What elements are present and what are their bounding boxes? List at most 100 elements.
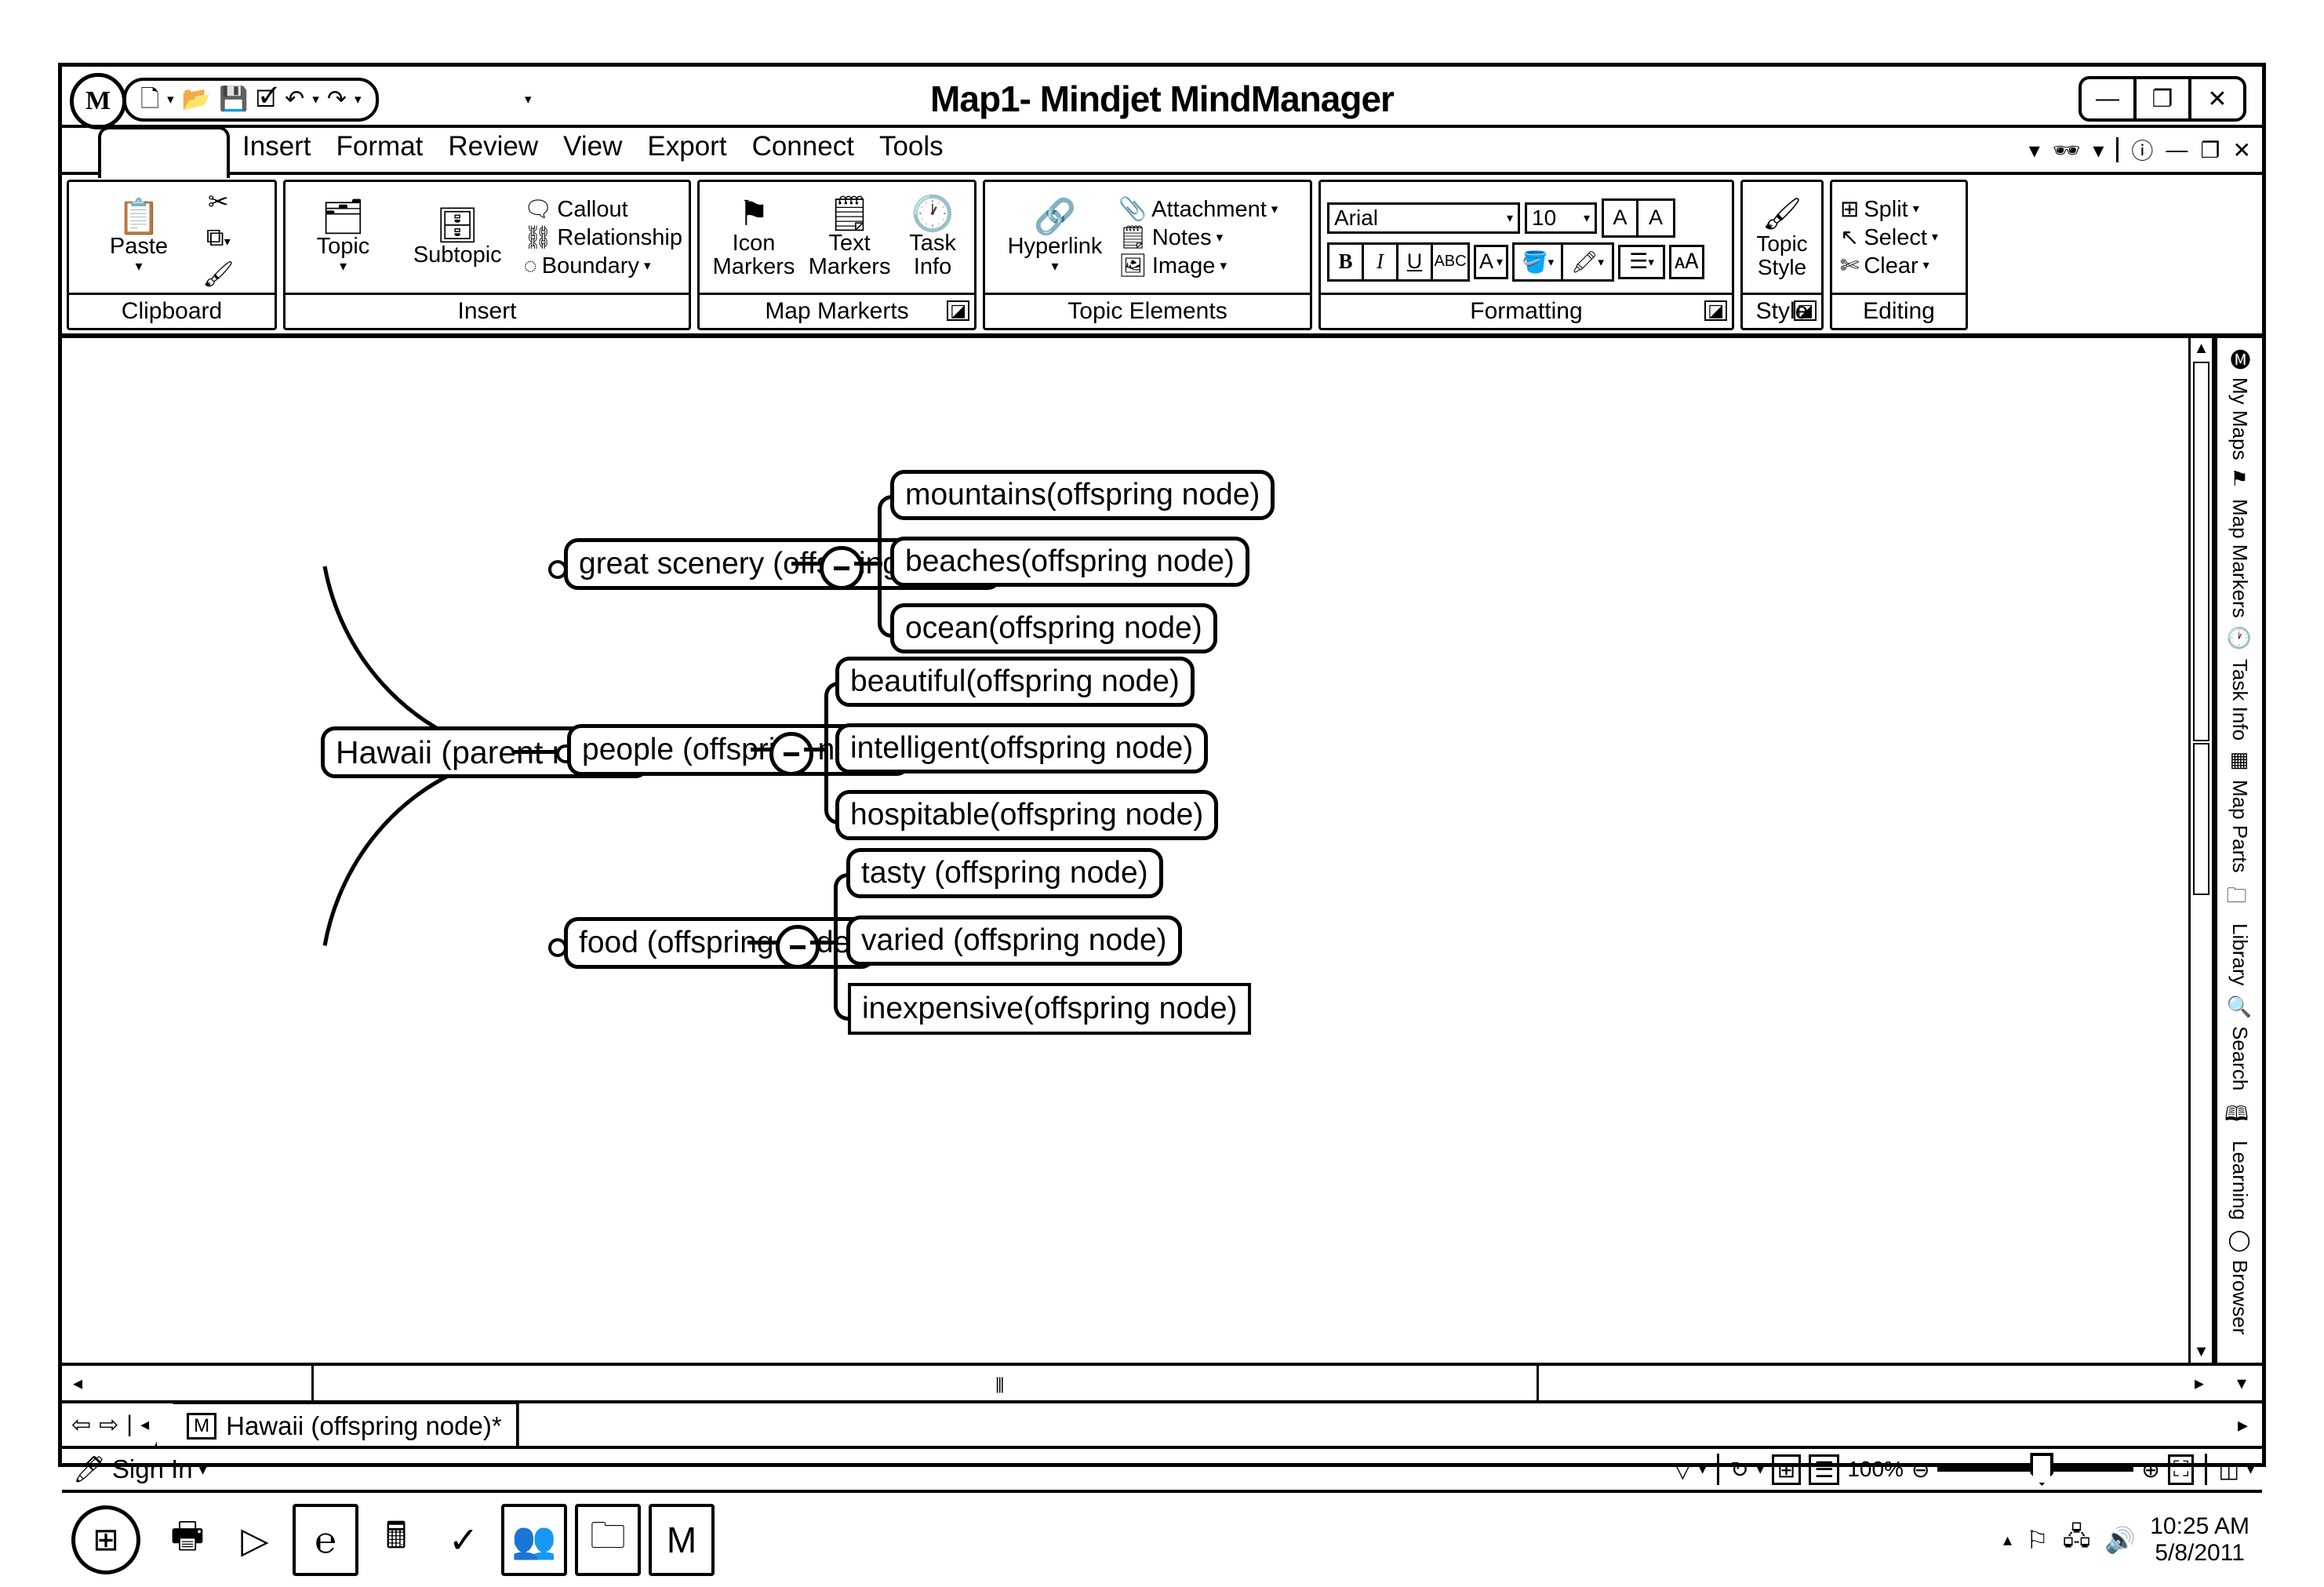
sidebar-item-my-maps[interactable]: My Maps bbox=[2228, 377, 2252, 460]
node-hospitable[interactable]: hospitable(offspring node) bbox=[835, 790, 1219, 840]
tab-view[interactable]: View bbox=[563, 131, 622, 162]
node-mountains[interactable]: mountains(offspring node) bbox=[890, 470, 1275, 520]
volume-icon[interactable]: 🔊 bbox=[2104, 1525, 2136, 1555]
sidebar-item-learning[interactable]: Learning bbox=[2228, 1141, 2252, 1220]
refresh-caret-icon[interactable]: ▾ bbox=[1757, 1461, 1764, 1478]
callout-button[interactable]: 🗨 Callout bbox=[524, 195, 682, 224]
filter-icon[interactable]: ▽ bbox=[1675, 1457, 1692, 1483]
font-size-combobox[interactable]: 10 ▾ bbox=[1525, 202, 1597, 234]
collapse-button-scenery[interactable] bbox=[820, 546, 864, 590]
sidebar-item-task-info[interactable]: Task Info bbox=[2228, 659, 2252, 741]
sidebar-item-map-markers[interactable]: Map Markers bbox=[2228, 499, 2252, 618]
scroll-left-arrow-icon[interactable]: ◂ bbox=[62, 1372, 93, 1395]
font-name-combobox[interactable]: Arial ▾ bbox=[1327, 202, 1520, 234]
fit-map-button[interactable]: ⛶ bbox=[2167, 1454, 2195, 1485]
collapse-button-food[interactable] bbox=[776, 925, 820, 969]
select-caret-icon[interactable]: ▾ bbox=[1932, 224, 1938, 252]
canvas-vertical-scrollbar[interactable]: ▲ ▼ bbox=[2188, 338, 2212, 1363]
formatting-dialog-launcher-icon[interactable]: ◪ bbox=[1704, 300, 1727, 321]
boundary-caret-icon[interactable]: ▾ bbox=[644, 252, 651, 280]
sidebar-item-browser[interactable]: Browser bbox=[2228, 1260, 2252, 1334]
binoculars-caret-icon[interactable]: ▾ bbox=[2093, 137, 2104, 163]
nav-forward-icon[interactable]: ⇨ bbox=[99, 1411, 118, 1439]
start-button-icon[interactable]: ⊞ bbox=[71, 1505, 140, 1574]
font-size-caret-icon[interactable]: ▾ bbox=[1576, 210, 1590, 226]
clock[interactable]: 10:25 AM 5/8/2011 bbox=[2150, 1513, 2249, 1567]
people-icon[interactable]: 👥 bbox=[501, 1504, 567, 1576]
canvas-horizontal-scrollbar[interactable]: ◂ ⦀ ▸ ▾ bbox=[62, 1366, 2262, 1403]
align-button[interactable]: ☰ ▾ bbox=[1618, 244, 1666, 279]
clear-formatting-button[interactable]: 🗚 bbox=[1669, 244, 1704, 279]
notes-caret-icon[interactable]: ▾ bbox=[1217, 224, 1224, 252]
node-ocean[interactable]: ocean(offspring node) bbox=[890, 603, 1217, 653]
font-name-caret-icon[interactable]: ▾ bbox=[1499, 210, 1513, 226]
sign-in-caret-icon[interactable]: ▾ bbox=[199, 1460, 207, 1480]
attachment-caret-icon[interactable]: ▾ bbox=[1271, 195, 1278, 224]
mindmap-canvas[interactable]: Hawaii (parent node) great scenery (offs… bbox=[62, 338, 2215, 1363]
binoculars-icon[interactable]: 🕶 bbox=[2053, 137, 2081, 163]
close-button[interactable]: ✕ bbox=[2191, 79, 2243, 118]
image-button[interactable]: 🖼 Image ▾ bbox=[1118, 252, 1278, 280]
icon-markers-button[interactable]: ⚑ Icon Markers bbox=[706, 196, 802, 278]
restore-button[interactable]: ❐ bbox=[2137, 79, 2191, 118]
topic-button[interactable]: 🗂 Topic ▾ bbox=[292, 200, 395, 275]
map-view-button[interactable]: ⊞ bbox=[1771, 1454, 1802, 1485]
flag-icon[interactable]: ⚐ bbox=[2026, 1525, 2049, 1555]
text-markers-button[interactable]: 🗒 Text Markers bbox=[802, 196, 897, 278]
notes-button[interactable]: 🗒 Notes ▾ bbox=[1118, 224, 1278, 252]
nav-caret-icon[interactable]: ◂ bbox=[140, 1414, 149, 1435]
fill-color-button[interactable]: 🪣 ▾ bbox=[1515, 244, 1564, 279]
sidebar-item-map-parts[interactable]: Map Parts bbox=[2228, 780, 2252, 873]
tab-insert[interactable]: Insert bbox=[242, 131, 311, 162]
hscroll-thumb-grip-icon[interactable]: ⦀ bbox=[995, 1374, 1005, 1399]
doc-restore-button[interactable]: ❐ bbox=[2200, 137, 2220, 163]
node-beautiful[interactable]: beautiful(offspring node) bbox=[835, 657, 1195, 707]
internet-explorer-icon[interactable]: ℮ bbox=[293, 1504, 358, 1576]
subtopic-button[interactable]: 🗄 Subtopic bbox=[395, 208, 521, 267]
scroll-up-arrow-icon[interactable]: ▲ bbox=[2191, 340, 2212, 358]
panel-toggle-icon[interactable]: ◫ bbox=[2218, 1457, 2239, 1483]
doc-close-button[interactable]: ✕ bbox=[2233, 137, 2251, 163]
node-varied[interactable]: varied (offspring node) bbox=[846, 915, 1182, 966]
clear-button[interactable]: ✄ Clear ▾ bbox=[1840, 252, 1929, 280]
printer-icon[interactable]: 🖶 bbox=[158, 1507, 217, 1573]
topic-caret-icon[interactable]: ▾ bbox=[340, 258, 347, 275]
search-icon[interactable]: 🔍 bbox=[2228, 993, 2252, 1018]
spelling-button[interactable]: ABC bbox=[1433, 245, 1468, 279]
check-icon[interactable]: ✓ bbox=[434, 1507, 493, 1573]
bold-button[interactable]: B bbox=[1329, 244, 1364, 279]
node-tasty[interactable]: tasty (offspring node) bbox=[846, 848, 1163, 898]
scroll-right-arrow-icon[interactable]: ▸ bbox=[2184, 1372, 2215, 1395]
task-info-icon[interactable]: 🕐 bbox=[2228, 626, 2252, 651]
node-intelligent[interactable]: intelligent(offspring node) bbox=[835, 723, 1209, 773]
hyperlink-caret-icon[interactable]: ▾ bbox=[1051, 258, 1058, 275]
split-caret-icon[interactable]: ▾ bbox=[1913, 195, 1919, 224]
map-markers-dialog-launcher-icon[interactable]: ◪ bbox=[947, 300, 969, 321]
cut-icon[interactable]: ✂ bbox=[208, 187, 229, 217]
calculator-icon[interactable]: 🖩 bbox=[366, 1507, 426, 1573]
shrink-font-button[interactable]: A bbox=[1638, 201, 1673, 235]
relationship-button[interactable]: ⛓ Relationship bbox=[524, 224, 682, 252]
grow-font-button[interactable]: A bbox=[1604, 200, 1638, 235]
library-icon[interactable]: 🗀 bbox=[2223, 880, 2257, 915]
zoom-in-button[interactable]: ⊕ bbox=[2141, 1457, 2159, 1483]
help-icon[interactable]: ⓘ bbox=[2131, 134, 2153, 166]
attachment-button[interactable]: 📎 Attachment ▾ bbox=[1118, 195, 1278, 224]
tray-expand-caret-icon[interactable]: ▴ bbox=[2003, 1530, 2012, 1550]
task-info-button[interactable]: 🕐 Task Info bbox=[897, 196, 968, 278]
clear-caret-icon[interactable]: ▾ bbox=[1923, 252, 1929, 280]
paste-button[interactable]: 📋 Paste ▾ bbox=[75, 200, 202, 275]
split-button[interactable]: ⊞ Split ▾ bbox=[1840, 195, 1919, 224]
document-tab-scroll-right-icon[interactable]: ▸ bbox=[2238, 1413, 2248, 1437]
topic-style-dialog-launcher-icon[interactable]: ◪ bbox=[1794, 300, 1817, 321]
brush-icon[interactable]: 🖌 bbox=[1762, 195, 1802, 232]
tab-connect[interactable]: Connect bbox=[752, 131, 854, 162]
folder-icon[interactable]: 🗀 bbox=[575, 1504, 641, 1576]
tab-format[interactable]: Format bbox=[336, 131, 424, 162]
learning-icon[interactable]: 🕮 bbox=[2223, 1098, 2257, 1133]
underline-button[interactable]: U bbox=[1398, 244, 1433, 279]
collapse-button-people[interactable] bbox=[769, 732, 813, 776]
hscroll-end-caret-icon[interactable]: ▾ bbox=[2226, 1372, 2257, 1395]
zoom-slider[interactable] bbox=[1937, 1453, 2134, 1486]
image-caret-icon[interactable]: ▾ bbox=[1220, 252, 1227, 280]
